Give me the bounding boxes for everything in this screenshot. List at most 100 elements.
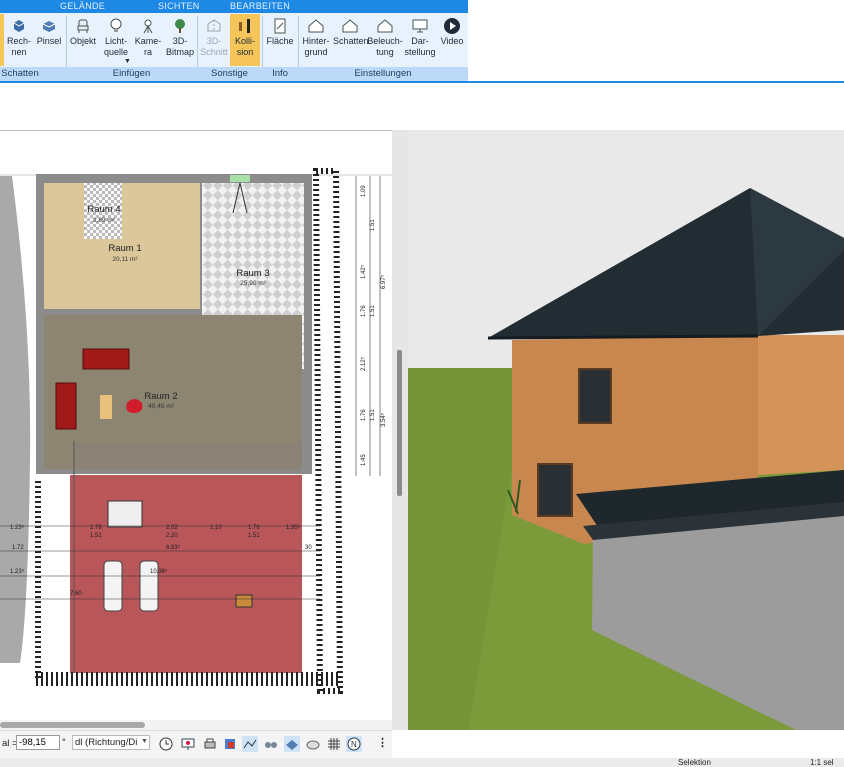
video-label: Video	[440, 36, 464, 46]
presentation-icon[interactable]	[180, 736, 196, 752]
print-icon[interactable]	[202, 736, 218, 752]
3d-scene	[408, 130, 844, 730]
video-button[interactable]: Video	[437, 14, 467, 66]
dim-label: 2.02	[166, 525, 178, 531]
room-label-raum3: Raum 3	[236, 268, 270, 279]
brush-icon	[42, 21, 56, 32]
dim-label: 1.23⁵	[10, 569, 25, 575]
dim-label: 3.54⁵	[381, 412, 387, 427]
dim-label: 6.83⁵	[166, 545, 181, 551]
rechnen-button[interactable]: Rech- nen	[4, 14, 34, 66]
dim-label: 1.09	[361, 185, 367, 197]
section-icon	[207, 19, 221, 32]
dim-label: 1.51	[370, 219, 376, 231]
group-sonstige: Sonstige	[211, 68, 248, 79]
clock-icon[interactable]	[158, 736, 174, 752]
scrollbar-thumb[interactable]	[0, 722, 145, 728]
layers-icon[interactable]	[222, 736, 238, 752]
flaeche-label: Fläche	[266, 36, 294, 46]
dim-label: 2.12⁵	[361, 356, 367, 371]
dim-label: 6.97⁵	[381, 274, 387, 289]
lichtquelle-label: Licht- quelle	[103, 36, 129, 57]
house-shadow-icon	[342, 19, 357, 33]
more-options-icon[interactable]: ⋮	[377, 736, 388, 749]
3d-view[interactable]	[408, 130, 844, 730]
grid-icon[interactable]	[326, 736, 342, 752]
dim-label: 7.60	[70, 591, 82, 597]
schnitt-label: 3D- Schnitt	[200, 36, 228, 57]
floor-tool-icon[interactable]	[284, 736, 300, 752]
angle-unit-label: °	[62, 737, 66, 748]
room-area-raum1: 20,11 m²	[112, 256, 138, 263]
schnitt-button[interactable]: 3D- Schnitt	[199, 14, 229, 66]
pinsel-button[interactable]: Pinsel	[35, 14, 63, 66]
schatten-label: Schatten	[333, 36, 369, 46]
status-selection: 1:1 sel	[810, 758, 834, 767]
group-schatten: Schatten	[1, 68, 39, 79]
floor-plan-view[interactable]: Raum 4 2,89 m² Raum 1 20,11 m² Raum 3 25…	[0, 130, 392, 719]
dim-label: 1.51	[370, 305, 376, 317]
dim-label: 1.51	[90, 533, 102, 539]
dim-label: 1.76	[361, 305, 367, 317]
status-mode: Selektion	[678, 758, 711, 767]
rechnen-label: Rech- nen	[6, 36, 31, 57]
angle-input[interactable]	[16, 735, 60, 750]
north-icon[interactable]: N	[346, 736, 362, 752]
room-area-raum4: 2,89 m²	[92, 217, 116, 224]
wall-tool-icon[interactable]	[242, 736, 258, 752]
house-background-icon	[308, 19, 324, 33]
camera-icon	[143, 19, 153, 34]
lightbulb-icon	[110, 18, 122, 32]
kamera-button[interactable]: Kame- ra	[133, 14, 163, 66]
group-einstellungen: Einstellungen	[354, 68, 412, 79]
floor-plan-drawing	[0, 131, 392, 694]
darstellung-label: Dar- stellung	[404, 36, 436, 57]
hintergrund-button[interactable]: Hinter- grund	[300, 14, 332, 66]
dim-label: 1.76	[248, 525, 260, 531]
darstellung-button[interactable]: Dar- stellung	[404, 14, 436, 66]
beleuchtung-button[interactable]: Beleuch- tung	[367, 14, 403, 66]
dim-label: 1.51	[370, 409, 376, 421]
objekt-label: Objekt	[69, 36, 96, 46]
room-label-raum1: Raum 1	[108, 243, 142, 254]
bitmap-label: 3D- Bitmap	[165, 36, 194, 57]
bitmap-button[interactable]: 3D- Bitmap	[164, 14, 196, 66]
dim-label: 10.36⁵	[150, 569, 168, 575]
terrain-icon[interactable]	[305, 736, 321, 752]
svg-text:N: N	[351, 740, 357, 749]
collision-icon	[239, 19, 250, 33]
chair-icon	[77, 19, 89, 33]
dim-label: 1.51	[248, 533, 260, 539]
tab-gelaende[interactable]: GELÄNDE	[60, 1, 105, 11]
kollision-label: Kolli- sion	[234, 36, 255, 57]
direction-select[interactable]: dl (Richtung/Di	[72, 735, 150, 750]
pinsel-label: Pinsel	[36, 36, 62, 46]
monitor-icon	[412, 19, 428, 33]
kollision-button[interactable]: Kolli- sion	[230, 14, 260, 66]
render-icon	[13, 20, 25, 32]
group-einfuegen: Einfügen	[112, 68, 151, 79]
direction-value: dl (Richtung/Di	[75, 737, 138, 748]
dropdown-arrow-icon: ▼	[124, 58, 131, 65]
splitter-handle[interactable]	[397, 350, 402, 496]
area-info-icon	[274, 18, 286, 34]
objekt-button[interactable]: Objekt	[68, 14, 98, 66]
lichtquelle-button[interactable]: Licht- quelle ▼	[100, 14, 132, 66]
dim-label: 1.72	[12, 545, 24, 551]
room-label-raum4: Raum 4	[87, 204, 121, 215]
tab-bearbeiten[interactable]: BEARBEITEN	[230, 1, 290, 11]
dim-label: 1.42⁵	[361, 264, 367, 279]
room-area-raum2: 40,45 m²	[148, 403, 174, 410]
chevron-down-icon: ▼	[141, 738, 148, 745]
play-icon	[444, 18, 460, 34]
tab-sichten[interactable]: SICHTEN	[158, 1, 200, 11]
snap-icon[interactable]	[263, 736, 279, 752]
status-bar: Selektion 1:1 sel	[0, 758, 844, 767]
dim-label: 1.76	[90, 525, 102, 531]
room-area-raum3: 25,90 m²	[240, 280, 266, 287]
ribbon-tab-bar: GELÄNDE SICHTEN BEARBEITEN	[0, 0, 468, 13]
schatten-button[interactable]: Schatten	[333, 14, 369, 66]
flaeche-button[interactable]: Fläche	[264, 14, 296, 66]
hintergrund-label: Hinter- grund	[302, 36, 330, 57]
tree-icon	[175, 19, 185, 33]
